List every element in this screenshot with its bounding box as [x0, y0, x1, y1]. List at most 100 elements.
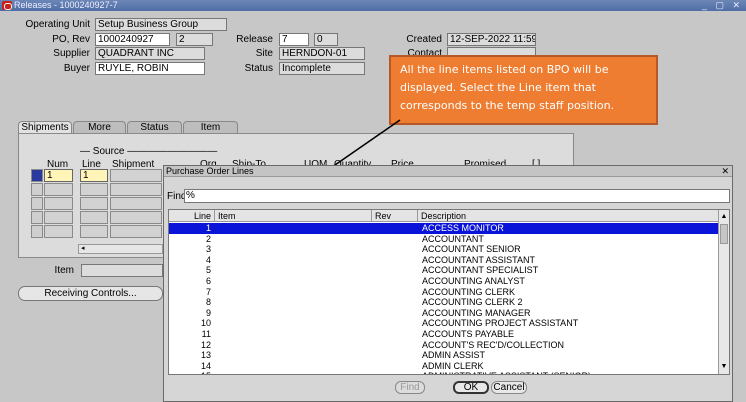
- shipment-num-cell[interactable]: 1: [44, 169, 73, 182]
- dialog-titlebar[interactable]: Purchase Order Lines ✕: [164, 166, 732, 177]
- list-item[interactable]: 7 ACCOUNTING CLERK: [169, 287, 719, 298]
- shipment-line-cell[interactable]: [80, 197, 108, 210]
- shipment-line-cell[interactable]: [80, 211, 108, 224]
- col-item-header: Item: [215, 210, 372, 222]
- line-description: ACCOUNTANT: [422, 233, 484, 244]
- horizontal-scrollbar[interactable]: ◂: [78, 244, 163, 254]
- line-number: 15: [169, 371, 211, 374]
- line-number: 10: [200, 318, 211, 329]
- cancel-button[interactable]: Cancel: [491, 381, 527, 394]
- list-item[interactable]: 8 ACCOUNTING CLERK 2: [169, 297, 719, 308]
- find-button[interactable]: Find: [395, 381, 425, 394]
- ok-button[interactable]: OK: [453, 381, 489, 394]
- status-field[interactable]: Incomplete: [279, 62, 365, 75]
- list-item[interactable]: 3 ACCOUNTANT SENIOR: [169, 244, 719, 255]
- line-description: ACCOUNT'S REC'D/COLLECTION: [422, 339, 564, 350]
- scroll-thumb[interactable]: [720, 224, 728, 244]
- line-number: 12: [200, 339, 211, 350]
- lines-list[interactable]: Line Item Rev Description 1 ACCESS MONITO…: [168, 209, 730, 375]
- row-selector[interactable]: [31, 225, 43, 238]
- list-item[interactable]: 1 ACCESS MONITOR: [169, 223, 719, 234]
- list-item[interactable]: 12 ACCOUNT'S REC'D/COLLECTION: [169, 340, 719, 351]
- scroll-up-icon[interactable]: ▲: [720, 212, 728, 222]
- shipment-shipment-cell[interactable]: [110, 183, 162, 196]
- line-description: ACCOUNTANT SPECIALIST: [422, 265, 539, 276]
- line-number: 3: [205, 244, 211, 255]
- window-titlebar[interactable]: Releases - 1000240927-7 _ ▢ ✕: [0, 0, 746, 11]
- row-selector[interactable]: [31, 183, 43, 196]
- line-number: 2: [205, 233, 211, 244]
- shipment-num-cell[interactable]: [44, 225, 73, 238]
- row-selector[interactable]: [31, 197, 43, 210]
- list-item[interactable]: 10 ACCOUNTING PROJECT ASSISTANT: [169, 318, 719, 329]
- list-item[interactable]: 14 ADMIN CLERK: [169, 361, 719, 372]
- site-field[interactable]: HERNDON-01: [279, 47, 365, 60]
- site-label: Site: [255, 48, 273, 59]
- release-label: Release: [236, 34, 273, 45]
- list-item[interactable]: 15 ADMINISTRATIVE ASSISTANT (SENIOR): [169, 371, 719, 374]
- scroll-down-icon[interactable]: ▼: [720, 362, 728, 372]
- item-label: Item: [54, 265, 74, 276]
- find-input[interactable]: %: [184, 189, 730, 203]
- shipment-shipment-cell[interactable]: [110, 211, 162, 224]
- list-item[interactable]: 2 ACCOUNTANT: [169, 234, 719, 245]
- list-item[interactable]: 11 ACCOUNTS PAYABLE: [169, 329, 719, 340]
- line-number: 8: [205, 297, 211, 308]
- list-item[interactable]: 13 ADMIN ASSIST: [169, 350, 719, 361]
- close-icon[interactable]: ✕: [721, 166, 729, 177]
- supplier-label: Supplier: [53, 48, 90, 59]
- supplier-field[interactable]: QUADRANT INC: [95, 47, 205, 60]
- shipment-num-cell[interactable]: [44, 211, 73, 224]
- line-description: ACCOUNTING CLERK 2: [422, 297, 523, 308]
- row-selector[interactable]: [31, 211, 43, 224]
- shipment-shipment-cell[interactable]: [110, 225, 162, 238]
- line-description: ACCOUNTANT ASSISTANT: [422, 254, 536, 265]
- po-rev-label: PO, Rev: [52, 34, 90, 45]
- line-description: ACCOUNTING PROJECT ASSISTANT: [422, 318, 579, 329]
- list-header: Line Item Rev Description: [169, 210, 719, 222]
- window-controls-icon[interactable]: _ ▢ ✕: [702, 0, 743, 11]
- line-description: ACCOUNTING CLERK: [422, 286, 516, 297]
- line-number: 9: [205, 307, 211, 318]
- list-item[interactable]: 4 ACCOUNTANT ASSISTANT: [169, 255, 719, 266]
- line-number: 5: [205, 265, 211, 276]
- window-title: Releases - 1000240927-7: [14, 0, 118, 10]
- col-line-header: Line: [169, 210, 215, 222]
- operating-unit-field[interactable]: Setup Business Group: [95, 18, 227, 31]
- line-description: ACCOUNTING MANAGER: [422, 307, 531, 318]
- item-field[interactable]: [81, 264, 163, 277]
- line-description: ADMINISTRATIVE ASSISTANT (SENIOR): [422, 371, 591, 374]
- oracle-logo-icon: [2, 1, 12, 10]
- shipment-shipment-cell[interactable]: [110, 197, 162, 210]
- shipment-shipment-cell[interactable]: [110, 169, 162, 182]
- line-number: 13: [200, 350, 211, 361]
- po-revision-field[interactable]: 2: [176, 33, 213, 46]
- release-field[interactable]: 7: [279, 33, 309, 46]
- dialog-title: Purchase Order Lines: [166, 166, 254, 176]
- shipment-num-cell[interactable]: [44, 197, 73, 210]
- line-description: ADMIN CLERK: [422, 360, 484, 371]
- list-item[interactable]: 6 ACCOUNTING ANALYST: [169, 276, 719, 287]
- col-description-header: Description: [421, 211, 467, 221]
- created-label: Created: [406, 34, 442, 45]
- line-number: 6: [205, 276, 211, 286]
- line-number: 7: [205, 286, 211, 297]
- shipment-num-cell[interactable]: [44, 183, 73, 196]
- line-description: ADMIN ASSIST: [422, 350, 486, 361]
- shipment-line-cell[interactable]: [80, 183, 108, 196]
- created-field[interactable]: 12-SEP-2022 11:59: [447, 33, 536, 46]
- line-description: ACCOUNTS PAYABLE: [422, 329, 515, 339]
- shipment-line-cell[interactable]: 1: [80, 169, 108, 182]
- line-description: ACCOUNTING ANALYST: [422, 276, 525, 286]
- operating-unit-label: Operating Unit: [25, 19, 90, 30]
- row-selector[interactable]: [31, 169, 43, 182]
- vertical-scrollbar[interactable]: ▲ ▼: [718, 210, 729, 374]
- buyer-label: Buyer: [63, 63, 90, 74]
- shipment-line-cell[interactable]: [80, 225, 108, 238]
- list-item[interactable]: 9 ACCOUNTING MANAGER: [169, 308, 719, 319]
- buyer-field[interactable]: RUYLE, ROBIN: [95, 62, 205, 75]
- receiving-controls-button[interactable]: Receiving Controls...: [18, 286, 163, 301]
- list-item[interactable]: 5 ACCOUNTANT SPECIALIST: [169, 265, 719, 276]
- release-revision-field[interactable]: 0: [314, 33, 338, 46]
- po-number-field[interactable]: 1000240927: [95, 33, 170, 46]
